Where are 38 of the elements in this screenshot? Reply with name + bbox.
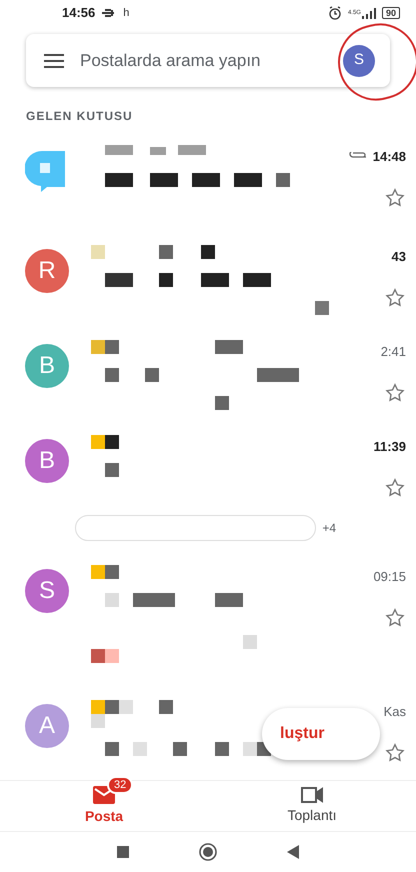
search-bar[interactable]: Postalarda arama yapın S bbox=[26, 34, 390, 87]
star-icon[interactable] bbox=[384, 742, 406, 764]
star-icon[interactable] bbox=[384, 186, 406, 208]
battery-level: 90 bbox=[382, 7, 400, 19]
alarm-icon bbox=[328, 6, 342, 20]
star-icon[interactable] bbox=[384, 606, 406, 628]
nav-tab[interactable]: Toplantı bbox=[208, 781, 416, 831]
sender-avatar: R bbox=[25, 249, 69, 293]
search-field[interactable]: Postalarda arama yapın bbox=[80, 48, 343, 74]
nav-label: Toplantı bbox=[287, 806, 337, 825]
email-time: 2:41 bbox=[380, 343, 406, 361]
video-camera-icon bbox=[301, 786, 323, 802]
compose-button[interactable]: luştur bbox=[262, 708, 380, 760]
email-time: 14:48 bbox=[372, 148, 406, 166]
mail-icon bbox=[93, 786, 115, 804]
more-attachments-count: +4 bbox=[322, 520, 336, 537]
home-icon[interactable] bbox=[199, 843, 217, 861]
sender-avatar: B bbox=[25, 344, 69, 388]
email-time: 11:39 bbox=[373, 438, 406, 456]
account-avatar[interactable]: S bbox=[343, 44, 375, 76]
sender-avatar: S bbox=[25, 569, 69, 613]
back-icon[interactable] bbox=[287, 845, 299, 859]
sender-avatar: A bbox=[25, 704, 69, 748]
unread-badge: 32 bbox=[107, 776, 134, 794]
signal-bars-icon bbox=[362, 8, 376, 18]
redacted-content-drawing bbox=[91, 435, 119, 477]
section-title: GELEN KUTUSU bbox=[25, 108, 134, 125]
nav-label: Posta bbox=[84, 806, 124, 826]
sender-avatar: B bbox=[25, 439, 69, 483]
email-time: Kas bbox=[384, 703, 406, 721]
star-icon[interactable] bbox=[384, 476, 406, 498]
status-text: h bbox=[123, 6, 130, 21]
menu-icon[interactable] bbox=[44, 54, 64, 68]
status-time: 14:56 bbox=[62, 4, 96, 22]
star-icon[interactable] bbox=[384, 286, 406, 308]
email-time: 43 bbox=[392, 248, 406, 266]
email-time: 09:15 bbox=[373, 568, 406, 586]
star-icon[interactable] bbox=[384, 382, 406, 404]
